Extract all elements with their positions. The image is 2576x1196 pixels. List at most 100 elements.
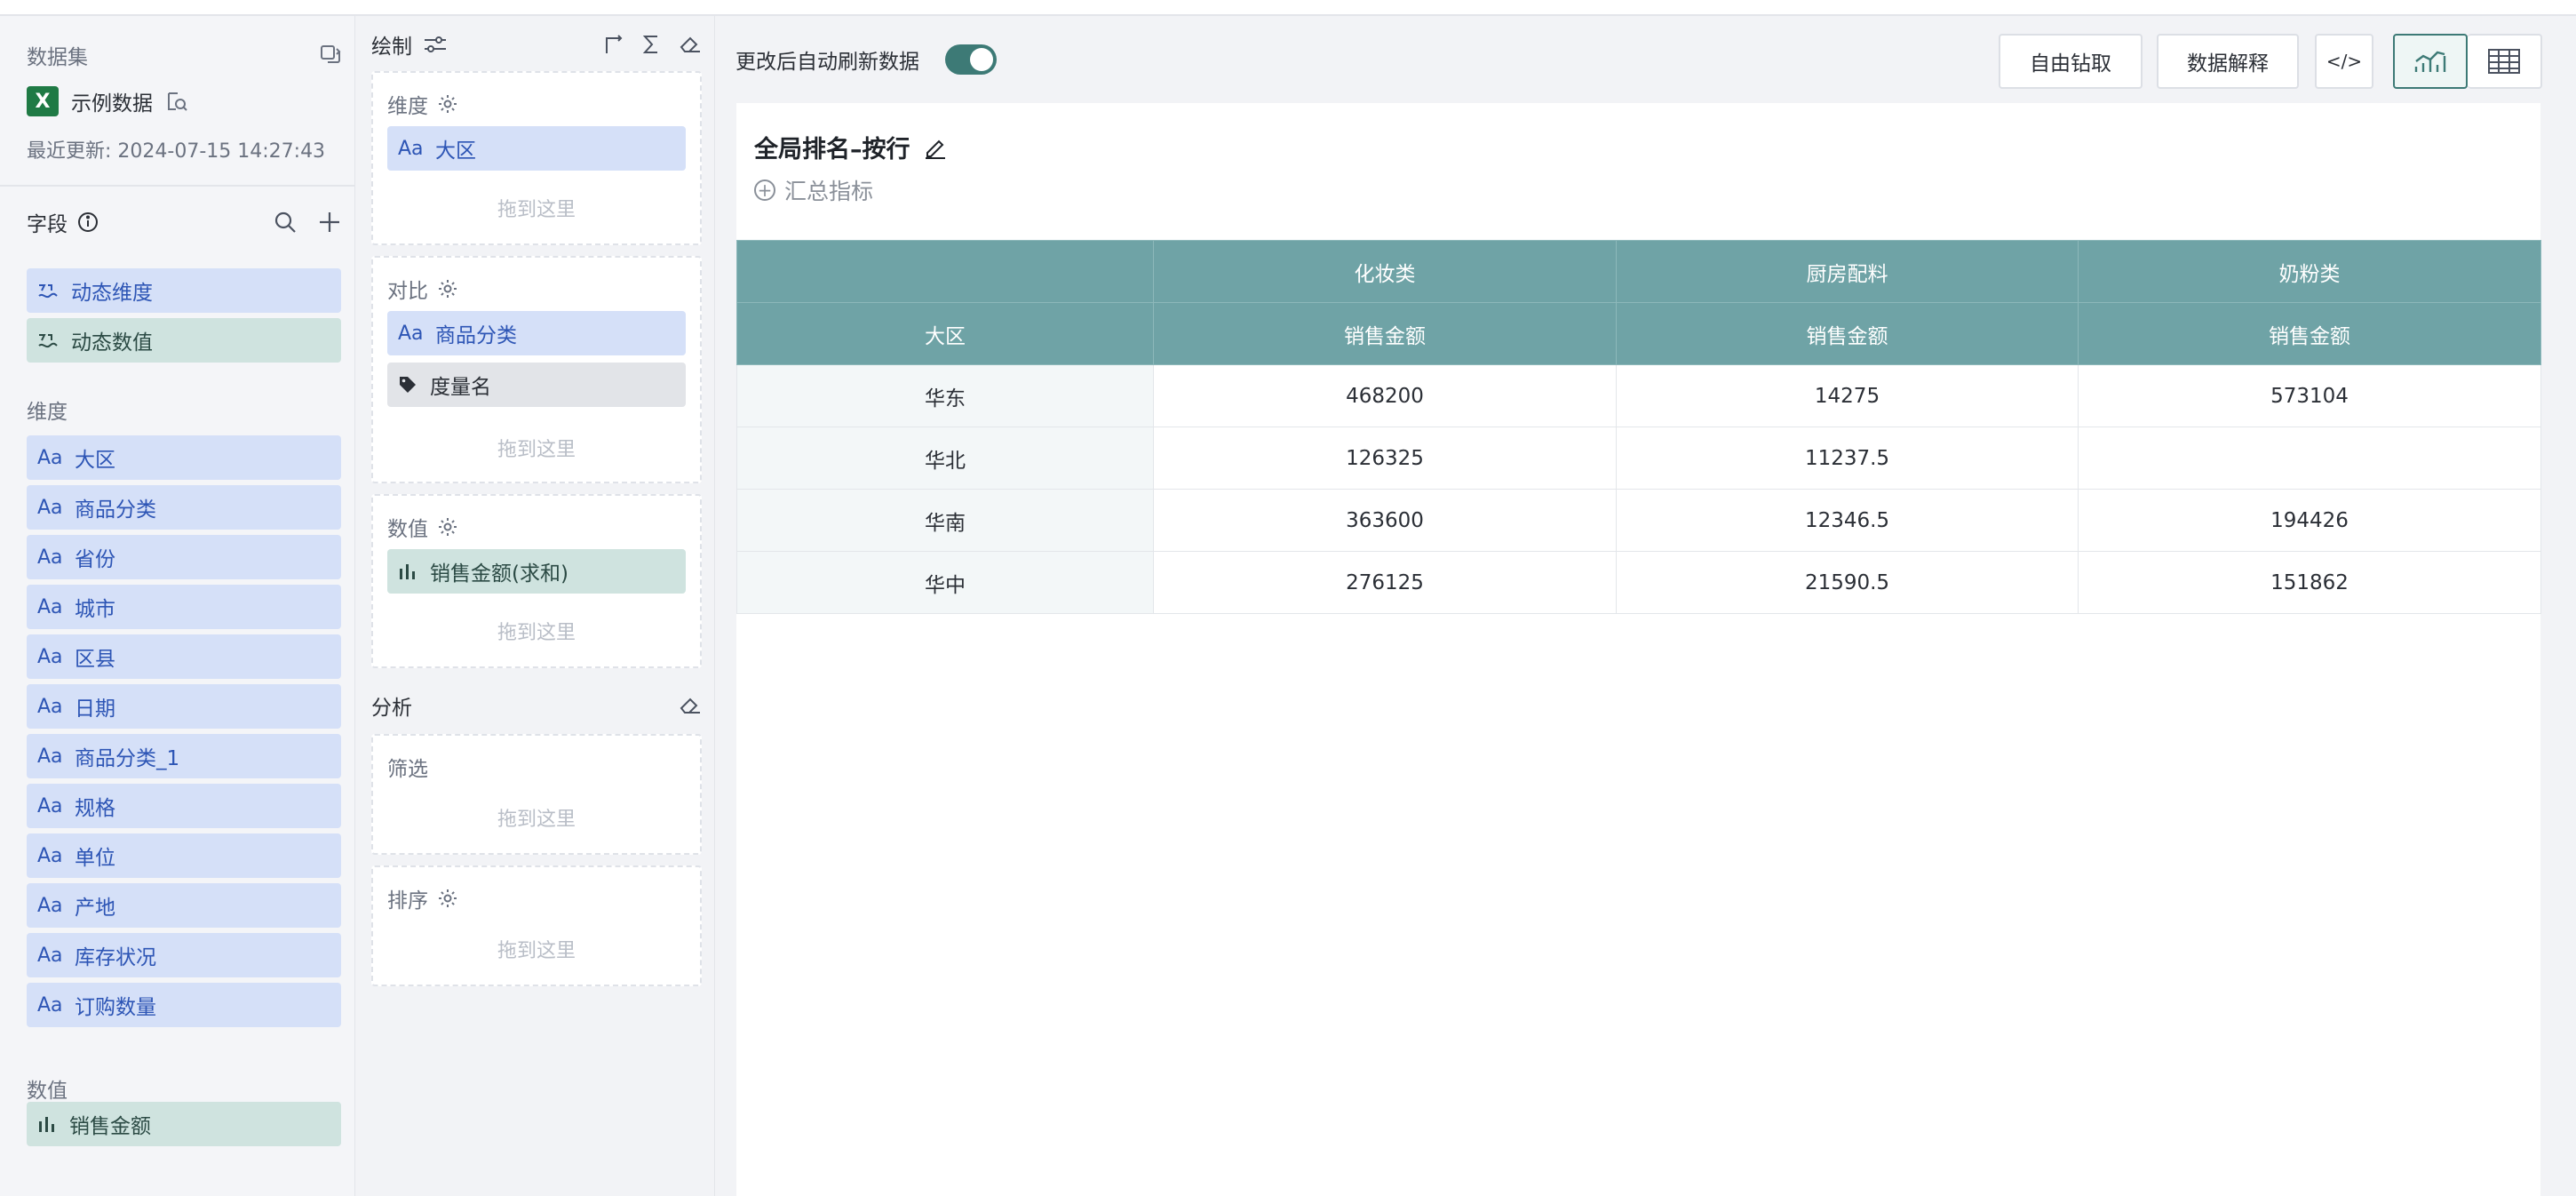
chart-view-button[interactable] <box>2393 34 2468 89</box>
text-type-icon: Aa <box>37 645 63 668</box>
bar-chart-icon <box>37 1114 57 1134</box>
metric-header[interactable]: 销售金额 <box>1616 302 2079 365</box>
field-dimension[interactable]: Aa 订购数量 <box>27 983 341 1027</box>
field-dimension[interactable]: Aa 商品分类 <box>27 485 341 530</box>
compare-dropzone[interactable]: 对比 Aa 商品分类 度量名 拖到这里 <box>371 256 702 483</box>
add-summary-metric[interactable]: + 汇总指标 <box>754 174 873 206</box>
field-dimension[interactable]: Aa 单位 <box>27 833 341 878</box>
switch-dataset-icon[interactable] <box>319 44 342 67</box>
search-icon[interactable] <box>273 210 298 235</box>
table-cell[interactable]: 468200 <box>1153 364 1617 427</box>
divider <box>0 185 355 187</box>
gear-icon[interactable] <box>437 888 458 909</box>
metric-header[interactable]: 销售金额 <box>1153 302 1617 365</box>
gear-icon[interactable] <box>437 516 458 538</box>
auto-refresh-toggle[interactable] <box>945 44 997 75</box>
sort-dropzone[interactable]: 排序 拖到这里 <box>371 865 702 986</box>
data-explain-button[interactable]: 数据解释 <box>2157 34 2299 89</box>
gear-icon[interactable] <box>437 93 458 115</box>
dataset-panel: 数据集 X 示例数据 最近更新: 2024-07-15 14:27:43 字段 <box>0 16 355 1196</box>
sort-box-title: 排序 <box>387 889 428 913</box>
field-dimension[interactable]: Aa 区县 <box>27 634 341 679</box>
auto-refresh-label: 更改后自动刷新数据 <box>735 51 919 74</box>
add-field-icon[interactable] <box>317 210 342 235</box>
field-label: 规格 <box>75 797 115 820</box>
chart-title[interactable]: 全局排名–按行 <box>754 130 910 164</box>
field-label: 商品分类_1 <box>75 747 180 770</box>
table-cell[interactable]: 12346.5 <box>1616 489 2079 552</box>
field-label: 日期 <box>75 698 115 721</box>
text-type-icon: Aa <box>37 546 63 569</box>
table-cell[interactable]: 126325 <box>1153 427 1617 490</box>
column-header[interactable]: 厨房配料 <box>1616 240 2079 303</box>
chart-canvas: 全局排名–按行 + 汇总指标 化妆类 厨房配料 奶粉类 大区 销售金额 销售金额… <box>736 103 2541 1196</box>
field-dimension[interactable]: Aa 城市 <box>27 585 341 629</box>
dimension-dropzone[interactable]: 维度 Aa 大区 拖到这里 <box>371 71 702 245</box>
edit-icon[interactable] <box>923 135 948 160</box>
table-cell[interactable]: 573104 <box>2078 364 2541 427</box>
metric-header[interactable]: 销售金额 <box>2078 302 2541 365</box>
chip-label: 销售金额(求和) <box>430 562 568 586</box>
row-header-cell[interactable]: 华南 <box>736 489 1154 552</box>
dimension-box-title: 维度 <box>387 95 428 118</box>
row-header-cell[interactable]: 华中 <box>736 551 1154 614</box>
table-cell[interactable]: 276125 <box>1153 551 1617 614</box>
field-dynamic-measure[interactable]: 动态数值 <box>27 318 341 363</box>
compare-chip[interactable]: Aa 商品分类 <box>387 311 686 355</box>
field-dimension[interactable]: Aa 规格 <box>27 784 341 828</box>
table-cell[interactable]: 151862 <box>2078 551 2541 614</box>
table-view-button[interactable] <box>2468 34 2542 89</box>
table-cell[interactable]: 194426 <box>2078 489 2541 552</box>
pivot-table: 化妆类 厨房配料 奶粉类 大区 销售金额 销售金额 销售金额 华东 468200… <box>736 240 2541 614</box>
table-cell[interactable]: 21590.5 <box>1616 551 2079 614</box>
dataset-name[interactable]: 示例数据 <box>71 86 153 116</box>
text-type-icon: Aa <box>37 695 63 718</box>
drop-hint: 拖到这里 <box>497 622 576 644</box>
chip-label: 度量名 <box>430 376 491 399</box>
axis-icon[interactable] <box>602 34 624 55</box>
text-type-icon: Aa <box>37 595 63 618</box>
field-measure[interactable]: 销售金额 <box>27 1102 341 1146</box>
field-dimension[interactable]: Aa 省份 <box>27 535 341 579</box>
text-type-icon: Aa <box>37 794 63 817</box>
table-cell[interactable] <box>2078 427 2541 490</box>
draw-title: 绘制 <box>371 36 412 59</box>
field-label: 销售金额 <box>69 1115 151 1138</box>
column-header[interactable]: 化妆类 <box>1153 240 1617 303</box>
field-dimension[interactable]: Aa 日期 <box>27 684 341 729</box>
text-type-icon: Aa <box>37 894 63 917</box>
preview-icon[interactable] <box>165 90 188 113</box>
table-cell[interactable]: 363600 <box>1153 489 1617 552</box>
add-circle-icon: + <box>754 179 775 201</box>
config-panel: 绘制 维度 Aa 大区 拖到这里 对比 Aa 商品分类 度量名 拖到这里 数值 … <box>355 16 715 1196</box>
field-label: 大区 <box>75 449 115 472</box>
field-dimension[interactable]: Aa 库存状况 <box>27 933 341 977</box>
code-view-button[interactable]: </> <box>2315 34 2373 89</box>
measure-name-chip[interactable]: 度量名 <box>387 363 686 407</box>
sigma-icon[interactable] <box>641 34 661 55</box>
row-header-cell[interactable]: 华东 <box>736 364 1154 427</box>
settings-sliders-icon[interactable] <box>423 34 448 55</box>
filter-dropzone[interactable]: 筛选 拖到这里 <box>371 734 702 855</box>
field-dimension[interactable]: Aa 产地 <box>27 883 341 928</box>
column-header[interactable]: 奶粉类 <box>2078 240 2541 303</box>
eraser-icon[interactable] <box>679 695 702 716</box>
dimension-chip[interactable]: Aa 大区 <box>387 126 686 171</box>
fields-title: 字段 <box>27 213 68 236</box>
table-cell[interactable]: 11237.5 <box>1616 427 2079 490</box>
field-dimension[interactable]: Aa 商品分类_1 <box>27 734 341 778</box>
value-chip[interactable]: 销售金额(求和) <box>387 549 686 594</box>
dataset-row[interactable]: X 示例数据 <box>27 82 188 121</box>
measure-section-label: 数值 <box>27 1080 68 1103</box>
table-cell[interactable]: 14275 <box>1616 364 2079 427</box>
free-drill-button[interactable]: 自由钻取 <box>1999 34 2143 89</box>
row-header-title[interactable]: 大区 <box>736 302 1154 365</box>
header-corner <box>736 240 1154 303</box>
eraser-icon[interactable] <box>679 34 702 55</box>
value-dropzone[interactable]: 数值 销售金额(求和) 拖到这里 <box>371 494 702 668</box>
field-dimension[interactable]: Aa 大区 <box>27 435 341 480</box>
info-icon[interactable] <box>76 211 99 234</box>
gear-icon[interactable] <box>437 278 458 299</box>
field-dynamic-dimension[interactable]: 动态维度 <box>27 268 341 313</box>
row-header-cell[interactable]: 华北 <box>736 427 1154 490</box>
